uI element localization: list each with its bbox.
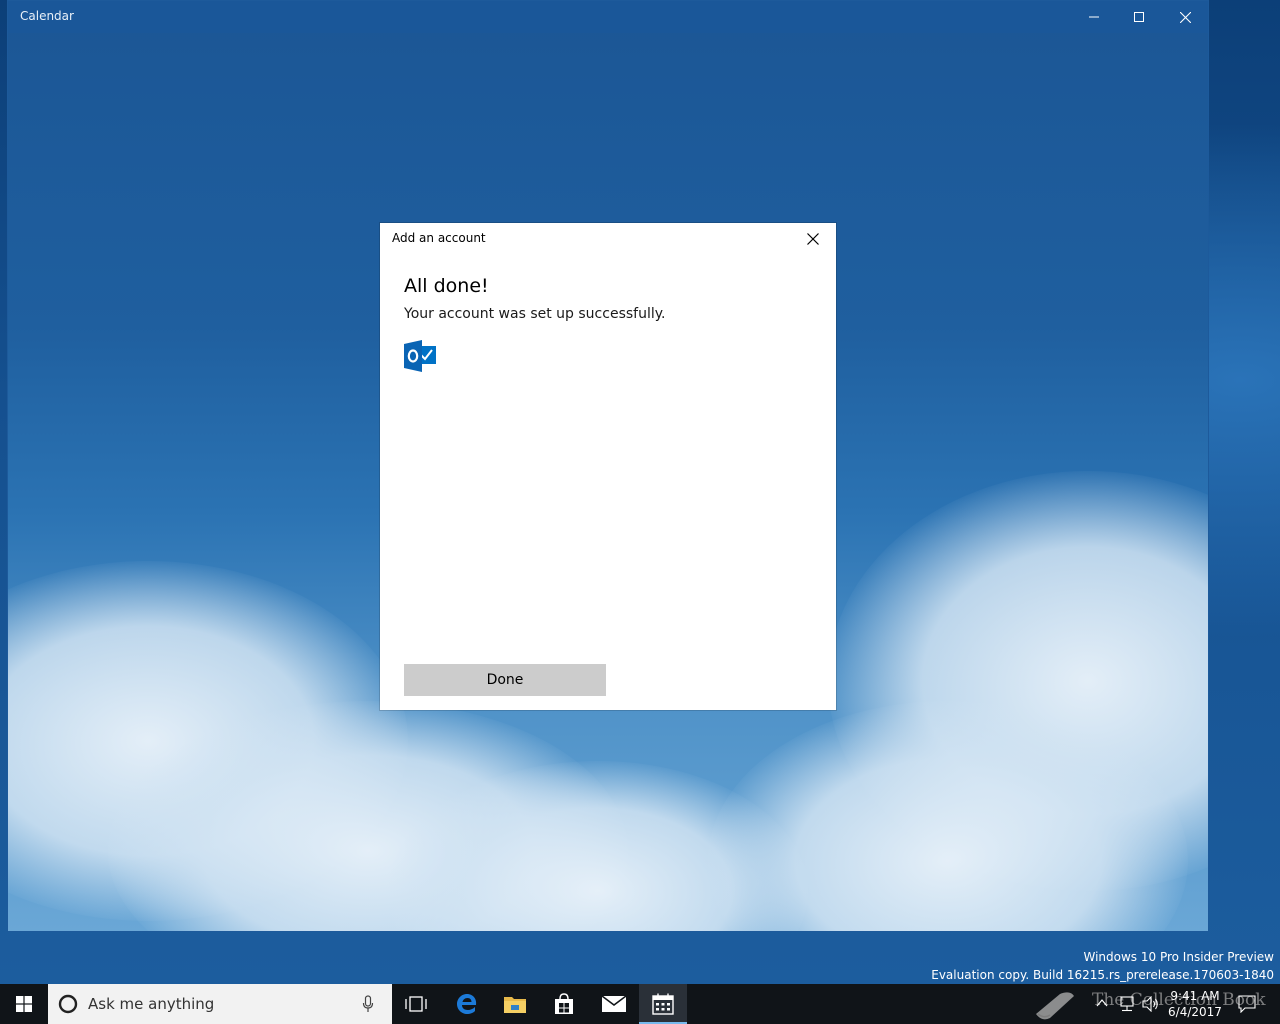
microphone-icon[interactable] bbox=[362, 995, 374, 1013]
desktop-background: Calendar Add an account All done! Your a… bbox=[0, 0, 1280, 984]
clock-time: 9:41 AM bbox=[1170, 989, 1220, 1003]
file-explorer-button[interactable] bbox=[491, 984, 539, 1024]
cortana-icon bbox=[58, 994, 78, 1014]
cortana-search-box[interactable] bbox=[48, 984, 392, 1024]
edge-button[interactable] bbox=[443, 984, 491, 1024]
calendar-icon bbox=[652, 993, 674, 1015]
calendar-button[interactable] bbox=[639, 984, 687, 1024]
chevron-up-icon[interactable] bbox=[1096, 998, 1108, 1008]
minimize-icon bbox=[1089, 16, 1099, 18]
store-icon bbox=[555, 993, 573, 1014]
close-icon bbox=[807, 233, 819, 245]
edge-icon bbox=[457, 994, 477, 1014]
file-explorer-icon bbox=[504, 997, 526, 1013]
done-button[interactable]: Done bbox=[404, 664, 606, 696]
task-view-button[interactable] bbox=[392, 984, 440, 1024]
system-clock[interactable]: 9:41 AM 6/4/2017 bbox=[1160, 988, 1230, 1020]
evaluation-watermark: Windows 10 Pro Insider Preview Evaluatio… bbox=[931, 948, 1274, 984]
windows-logo-icon bbox=[16, 996, 32, 1012]
close-window-button[interactable] bbox=[1162, 1, 1208, 33]
task-view-icon bbox=[405, 996, 427, 1012]
add-account-dialog: Add an account All done! Your account wa… bbox=[380, 223, 836, 710]
app-title: Calendar bbox=[20, 9, 74, 23]
minimize-button[interactable] bbox=[1071, 1, 1117, 33]
action-center-icon[interactable] bbox=[1238, 995, 1256, 1013]
title-bar[interactable]: Calendar bbox=[8, 1, 1208, 33]
watermark-line: Evaluation copy. Build 16215.rs_prerelea… bbox=[931, 968, 1274, 982]
success-message: Your account was set up successfully. bbox=[404, 306, 666, 322]
page-title: All done! bbox=[404, 275, 489, 297]
maximize-button[interactable] bbox=[1116, 1, 1162, 33]
taskbar: The Collection Book 9:41 AM 6/4/2017 bbox=[0, 984, 1280, 1024]
network-icon[interactable] bbox=[1118, 996, 1136, 1012]
collection-book-logo-icon bbox=[1036, 992, 1074, 1020]
clock-date: 6/4/2017 bbox=[1168, 1005, 1222, 1019]
maximize-icon bbox=[1134, 12, 1144, 22]
dialog-close-button[interactable] bbox=[800, 227, 826, 251]
mail-icon bbox=[601, 995, 627, 1012]
start-button[interactable] bbox=[0, 984, 48, 1024]
search-input[interactable] bbox=[88, 984, 348, 1024]
volume-icon[interactable] bbox=[1142, 996, 1160, 1012]
outlook-icon bbox=[404, 340, 436, 372]
mail-button[interactable] bbox=[590, 984, 638, 1024]
dialog-title: Add an account bbox=[392, 231, 486, 245]
store-button[interactable] bbox=[540, 984, 588, 1024]
watermark-line: Windows 10 Pro Insider Preview bbox=[1083, 950, 1274, 964]
close-icon bbox=[1179, 11, 1191, 23]
